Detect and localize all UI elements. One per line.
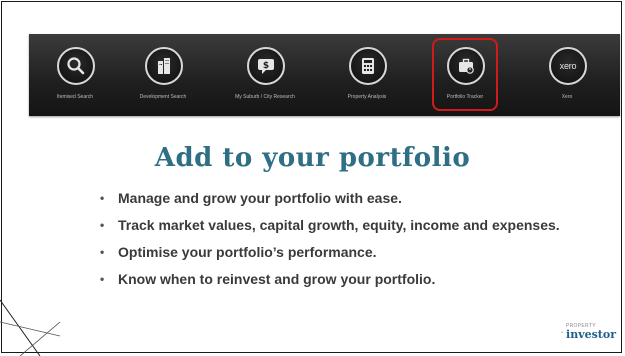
- xero-icon: xero: [549, 47, 587, 85]
- bullet-text: Know when to reinvest and grow your port…: [118, 271, 436, 287]
- search-icon: [57, 47, 95, 85]
- nav-item-development-search[interactable]: Development Search: [117, 34, 209, 116]
- logo-mark-icon: [561, 331, 563, 333]
- bullet-item: • Know when to reinvest and grow your por…: [100, 272, 570, 287]
- bullet-text: Optimise your portfolio’s performance.: [118, 244, 377, 260]
- investor-logo: PROPERTY investor: [561, 322, 616, 342]
- bullet-text: Track market values, capital growth, equ…: [118, 217, 560, 233]
- bullet-list: • Manage and grow your portfolio with eas…: [100, 191, 570, 299]
- bullet-dot-icon: •: [100, 272, 105, 286]
- nav-label: Development Search: [139, 94, 187, 100]
- bullet-text: Manage and grow your portfolio with ease…: [118, 190, 402, 206]
- portfolio-tracker-highlight: [432, 38, 498, 111]
- xero-wordmark: xero: [559, 61, 577, 71]
- bullet-dot-icon: •: [100, 191, 105, 205]
- bullet-item: • Manage and grow your portfolio with eas…: [100, 191, 570, 206]
- money-chat-icon: $: [247, 47, 285, 85]
- nav-label: My Suburb / City Research: [235, 94, 295, 100]
- bullet-item: • Track market values, capital growth, eq…: [100, 218, 570, 233]
- nav-label: Property Analysis: [347, 94, 387, 100]
- nav-label: Itemised Search: [56, 94, 94, 100]
- nav-item-suburb-research[interactable]: $ My Suburb / City Research: [219, 34, 311, 116]
- bullet-dot-icon: •: [100, 218, 105, 232]
- slide-title: Add to your portfolio: [154, 143, 471, 173]
- logo-big-text: investor: [566, 328, 616, 341]
- nav-item-property-analysis[interactable]: Property Analysis: [321, 34, 413, 116]
- feature-nav-banner: Itemised Search Development Search $ My …: [29, 34, 620, 116]
- buildings-icon: [145, 47, 183, 85]
- bullet-item: • Optimise your portfolio’s performance.: [100, 245, 570, 260]
- nav-label: Xero: [561, 94, 573, 100]
- svg-text:$: $: [263, 61, 269, 71]
- bullet-dot-icon: •: [100, 245, 105, 259]
- nav-item-itemised-search[interactable]: Itemised Search: [29, 34, 121, 116]
- calculator-icon: [349, 47, 387, 85]
- nav-item-xero[interactable]: xero Xero: [521, 34, 613, 116]
